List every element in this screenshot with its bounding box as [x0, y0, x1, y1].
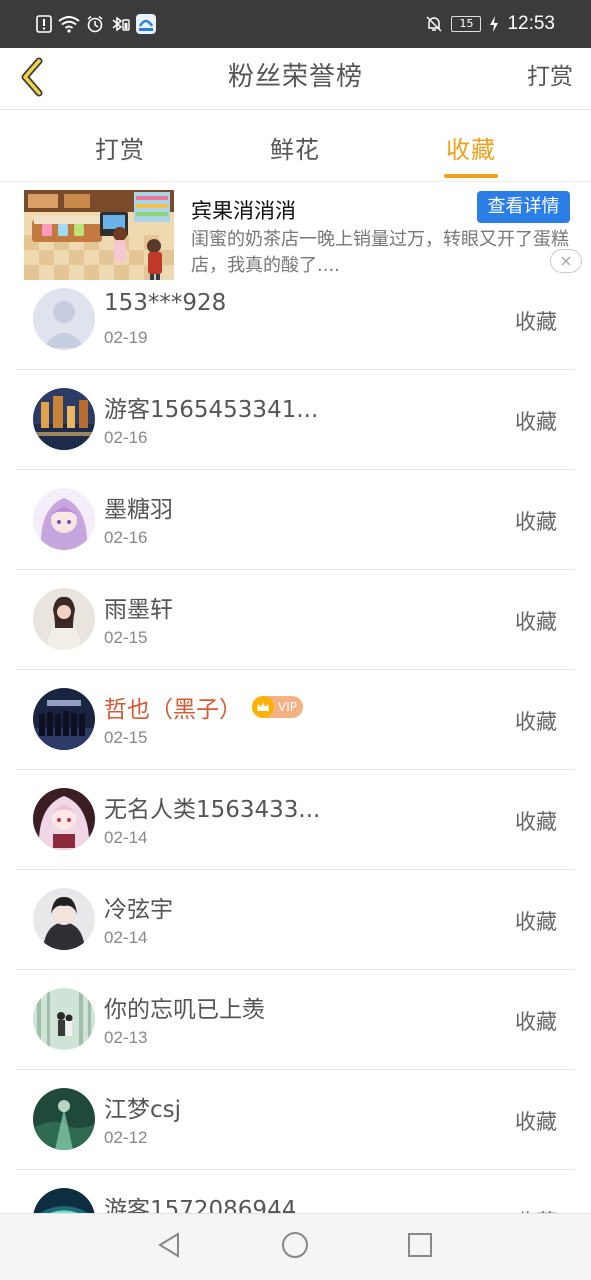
vip-badge: VIP	[252, 696, 303, 718]
nav-back-button[interactable]	[153, 1231, 185, 1263]
triangle-back-icon	[156, 1231, 182, 1263]
ad-close-button[interactable]	[550, 249, 582, 273]
tab-label: 鲜花	[270, 136, 320, 164]
user-date: 02-14	[104, 828, 148, 847]
list-item[interactable]: 江梦csj 02-12 收藏	[0, 1070, 591, 1170]
list-item[interactable]: 游客1565453341... 02-16 收藏	[0, 370, 591, 470]
tab-label: 打赏	[95, 136, 145, 164]
action-label: 收藏	[515, 410, 557, 434]
ad-details-button[interactable]: 查看详情	[477, 191, 570, 223]
user-date: 02-14	[104, 928, 148, 947]
vip-label: VIP	[278, 700, 297, 714]
avatar[interactable]	[33, 788, 95, 850]
avatar[interactable]	[33, 988, 95, 1050]
action-label: 收藏	[515, 710, 557, 734]
reward-button[interactable]: 打赏	[527, 48, 573, 106]
user-date: 02-16	[104, 528, 148, 547]
user-date: 02-13	[104, 1028, 148, 1047]
user-name: 墨糖羽	[104, 497, 173, 523]
ad-banner[interactable]: 宾果消消消 查看详情 闺蜜的奶茶店一晚上销量过万，转眼又开了蛋糕店，我真的酸了.…	[0, 182, 591, 282]
action-label: 收藏	[515, 910, 557, 934]
app-notification-icon	[136, 14, 156, 34]
status-icons-left	[36, 12, 156, 36]
user-name: 雨墨轩	[104, 597, 173, 623]
list-item[interactable]: 冷弦宇 02-14 收藏	[0, 870, 591, 970]
crown-icon	[252, 696, 274, 718]
user-name: 无名人类1563433...	[104, 797, 321, 823]
tab-reward[interactable]: 打赏	[50, 110, 190, 182]
list-item[interactable]: 墨糖羽 02-16 收藏	[0, 470, 591, 570]
user-date: 02-15	[104, 628, 148, 647]
header: 粉丝荣誉榜 打赏	[0, 48, 591, 110]
avatar[interactable]	[33, 1088, 95, 1150]
close-icon	[560, 252, 572, 271]
nav-recents-button[interactable]	[404, 1231, 436, 1263]
square-recents-icon	[407, 1232, 433, 1262]
circle-home-icon	[281, 1231, 309, 1263]
avatar[interactable]	[33, 488, 95, 550]
avatar[interactable]	[33, 388, 95, 450]
list-item[interactable]: 你的忘叽已上羡 02-13 收藏	[0, 970, 591, 1070]
user-name: 你的忘叽已上羡	[104, 997, 265, 1023]
user-name: 153***928	[104, 290, 227, 316]
charging-icon	[489, 15, 499, 33]
user-name: 冷弦宇	[104, 897, 173, 923]
user-date: 02-19	[104, 328, 148, 347]
bluetooth-icon	[110, 15, 130, 33]
list-item[interactable]: 雨墨轩 02-15 收藏	[0, 570, 591, 670]
user-name-text: 哲也（黑子）	[104, 697, 242, 723]
alert-icon	[36, 15, 52, 33]
system-nav-bar	[0, 1213, 591, 1280]
user-name: 江梦csj	[104, 1097, 182, 1123]
action-label: 收藏	[515, 510, 557, 534]
tab-favorites[interactable]: 收藏	[401, 110, 541, 182]
status-icons-right: 15 12:53	[425, 10, 555, 38]
user-name: 游客1565453341...	[104, 397, 319, 423]
list-item[interactable]: 153***928 02-19 收藏	[0, 270, 591, 370]
status-time: 12:53	[507, 13, 555, 34]
user-date: 02-15	[104, 728, 148, 747]
battery-icon: 15	[451, 16, 482, 32]
bell-off-icon	[425, 15, 443, 33]
avatar[interactable]	[33, 888, 95, 950]
action-label: 收藏	[515, 810, 557, 834]
action-label: 收藏	[515, 610, 557, 634]
tab-bar: 打赏 鲜花 收藏	[0, 110, 591, 182]
page-title: 粉丝荣誉榜	[227, 62, 363, 92]
list-item[interactable]: 无名人类1563433... 02-14 收藏	[0, 770, 591, 870]
wifi-icon	[58, 15, 80, 33]
user-date: 02-16	[104, 428, 148, 447]
user-date: 02-12	[104, 1128, 148, 1147]
alarm-icon	[86, 15, 104, 33]
tab-active-indicator	[444, 174, 498, 178]
tab-label: 收藏	[446, 136, 496, 164]
nav-home-button[interactable]	[279, 1231, 311, 1263]
user-name: 哲也（黑子） VIP	[104, 690, 303, 724]
tab-flowers[interactable]: 鲜花	[225, 110, 365, 182]
avatar[interactable]	[33, 588, 95, 650]
ad-image[interactable]	[24, 190, 174, 280]
action-label: 收藏	[515, 1010, 557, 1034]
action-label: 收藏	[515, 310, 557, 334]
ad-title: 宾果消消消	[191, 199, 296, 223]
action-label: 收藏	[515, 1110, 557, 1134]
avatar[interactable]	[33, 688, 95, 750]
status-bar: 15 12:53	[0, 0, 591, 48]
list-item[interactable]: 哲也（黑子） VIP 02-15 收藏	[0, 670, 591, 770]
avatar[interactable]	[33, 288, 95, 350]
